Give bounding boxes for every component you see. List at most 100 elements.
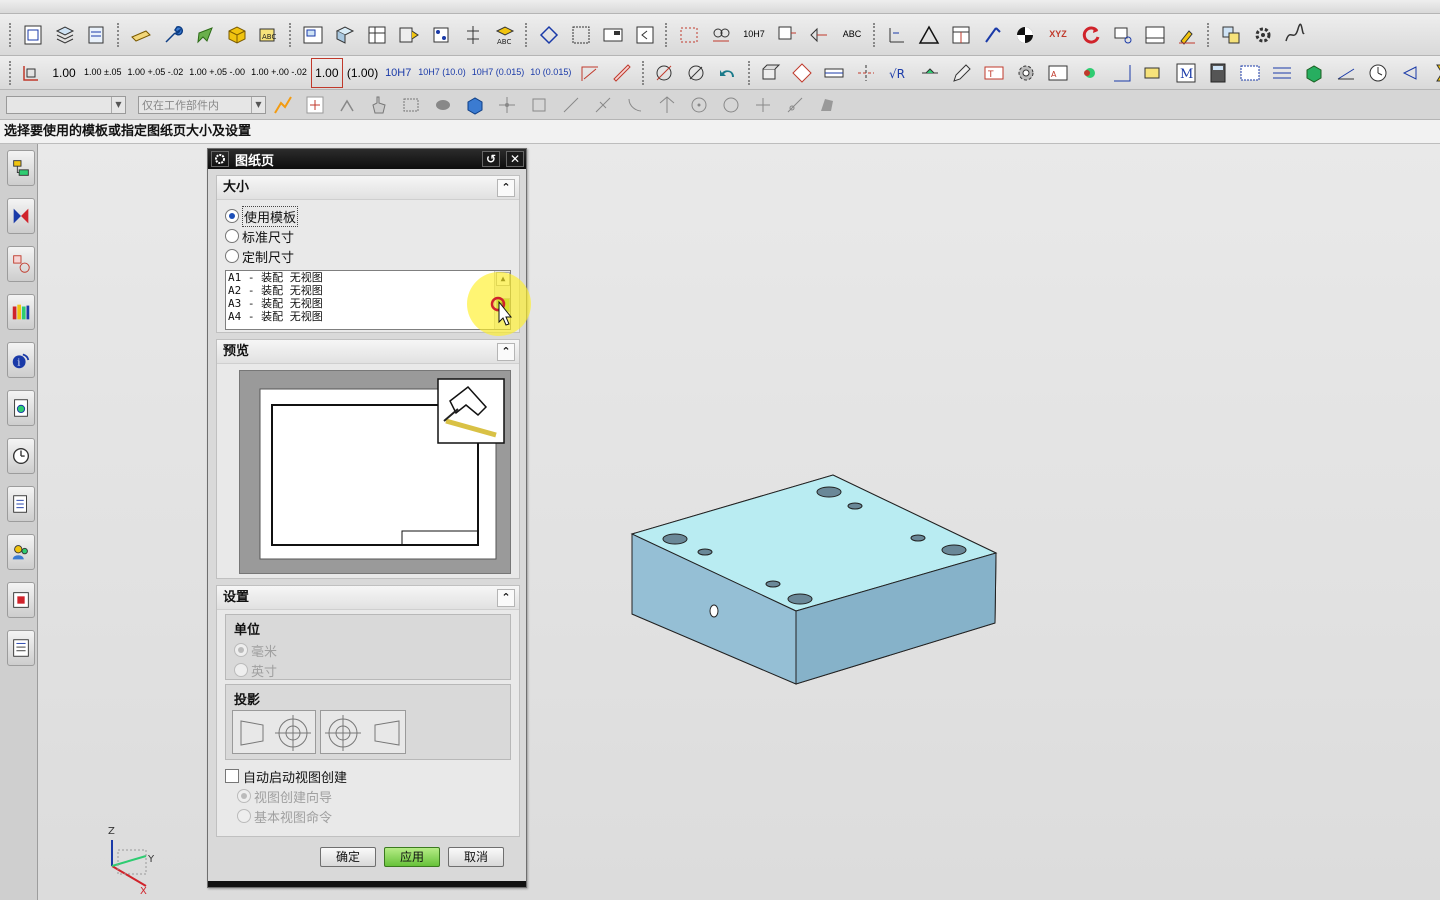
assembly-navigator-button[interactable] bbox=[7, 198, 35, 234]
close-icon[interactable]: ✕ bbox=[506, 151, 524, 167]
palette-button[interactable] bbox=[7, 630, 35, 666]
symbol-icon[interactable]: √R bbox=[883, 58, 913, 88]
part-navigator-button[interactable] bbox=[7, 150, 35, 186]
blue-cube-icon[interactable] bbox=[460, 90, 490, 120]
settings-icon[interactable] bbox=[1248, 20, 1278, 50]
table-grid-icon[interactable] bbox=[330, 20, 360, 50]
collapse-chevron-icon[interactable]: ⌃ bbox=[497, 179, 515, 197]
measure-icon[interactable] bbox=[882, 20, 912, 50]
hatch-icon[interactable] bbox=[819, 58, 849, 88]
precision-value-5[interactable]: 1.00 +.00 -.02 bbox=[249, 58, 309, 88]
view-break-icon[interactable] bbox=[566, 20, 596, 50]
text-abc-icon[interactable]: ABC bbox=[490, 20, 520, 50]
table-icon[interactable] bbox=[946, 20, 976, 50]
hourglass-icon[interactable] bbox=[1427, 58, 1440, 88]
toolbar-grip[interactable] bbox=[642, 60, 645, 85]
target-icon[interactable] bbox=[978, 20, 1008, 50]
toolbar-grip[interactable] bbox=[289, 22, 293, 47]
calculator-icon[interactable] bbox=[1203, 58, 1233, 88]
xyz-button[interactable]: XYZ bbox=[1042, 20, 1074, 50]
precision-value-3[interactable]: 1.00 +.05 -.02 bbox=[125, 58, 185, 88]
third-angle-projection-button[interactable] bbox=[320, 710, 406, 754]
coordinate-icon[interactable] bbox=[1010, 20, 1040, 50]
drawing-templates-button[interactable] bbox=[7, 582, 35, 618]
toolbar-grip[interactable] bbox=[1207, 22, 1211, 47]
precision-value-1[interactable]: 1.00 bbox=[48, 58, 80, 88]
curve-icon[interactable] bbox=[1280, 20, 1310, 50]
reuse-library-button[interactable] bbox=[7, 294, 35, 330]
toolbar-grip[interactable] bbox=[117, 22, 121, 47]
part-block[interactable] bbox=[630, 474, 998, 685]
settings-section-header[interactable]: 设置 ⌃ bbox=[217, 586, 519, 610]
size-section-header[interactable]: 大小 ⌃ bbox=[217, 176, 519, 200]
window-icon[interactable] bbox=[1140, 20, 1170, 50]
solid-filter-icon[interactable] bbox=[428, 90, 458, 120]
roles-button[interactable] bbox=[7, 534, 35, 570]
toolbar-grip[interactable] bbox=[9, 22, 13, 47]
snap-point-icon[interactable] bbox=[492, 90, 522, 120]
history-button[interactable] bbox=[7, 438, 35, 474]
note-icon[interactable] bbox=[126, 20, 156, 50]
auto-view-checkbox[interactable]: 自动启动视图创建 bbox=[217, 766, 519, 786]
diamond-icon[interactable] bbox=[787, 58, 817, 88]
ordinate-dimension-icon[interactable] bbox=[16, 58, 46, 88]
precision-value-7[interactable]: (1.00) bbox=[345, 58, 380, 88]
custom-size-radio[interactable]: 定制尺寸 bbox=[217, 246, 519, 266]
list-grid-icon[interactable] bbox=[1235, 58, 1265, 88]
type-filter-dropdown[interactable]: ▼ bbox=[6, 95, 126, 114]
layers-icon[interactable] bbox=[50, 20, 80, 50]
ok-button[interactable]: 确定 bbox=[320, 847, 376, 867]
collapse-chevron-icon[interactable]: ⌃ bbox=[497, 343, 515, 361]
tolerance-value-8[interactable]: 10H7 bbox=[382, 58, 414, 88]
leader-icon[interactable] bbox=[630, 20, 660, 50]
abc-dimension-button[interactable]: ABC bbox=[836, 20, 868, 50]
constraint-navigator-button[interactable] bbox=[7, 246, 35, 282]
toolbar-grip[interactable] bbox=[9, 60, 11, 85]
lines-icon[interactable] bbox=[1267, 58, 1297, 88]
refresh-icon[interactable] bbox=[1076, 20, 1106, 50]
triangle-icon[interactable] bbox=[914, 20, 944, 50]
angle-icon[interactable] bbox=[1107, 58, 1137, 88]
reset-icon[interactable]: ↺ bbox=[482, 151, 500, 167]
snap-circle-icon[interactable] bbox=[716, 90, 746, 120]
cube-icon[interactable] bbox=[222, 20, 252, 50]
cancel-button[interactable]: 取消 bbox=[448, 847, 504, 867]
apply-button[interactable]: 应用 bbox=[384, 847, 440, 867]
balloon-icon[interactable] bbox=[362, 20, 392, 50]
align-icon[interactable] bbox=[458, 20, 488, 50]
selection-scope-dropdown[interactable]: 仅在工作部件内 ▼ bbox=[138, 95, 266, 114]
grid-dots-icon[interactable] bbox=[674, 20, 704, 50]
info-button[interactable]: i bbox=[7, 342, 35, 378]
shortcut-icon[interactable] bbox=[1216, 20, 1246, 50]
collapse-chevron-icon[interactable]: ⌃ bbox=[497, 589, 515, 607]
gear-icon[interactable] bbox=[1011, 58, 1041, 88]
clock-icon[interactable] bbox=[1363, 58, 1393, 88]
tolerance-value-10[interactable]: 10H7 (0.015) bbox=[470, 58, 527, 88]
toolbar-grip[interactable] bbox=[525, 22, 529, 47]
view-split-icon[interactable] bbox=[394, 20, 424, 50]
toolbar-grip[interactable] bbox=[873, 22, 877, 47]
wrench-icon[interactable] bbox=[158, 20, 188, 50]
arrow-left-icon[interactable] bbox=[1395, 58, 1425, 88]
chinese-text-icon[interactable]: A bbox=[1043, 58, 1073, 88]
view-wizard-radio[interactable]: 视图创建向导 bbox=[217, 786, 519, 806]
unit-inch-radio[interactable]: 英寸 bbox=[226, 660, 510, 680]
unit-mm-radio[interactable]: 毫米 bbox=[226, 640, 510, 660]
radius-icon[interactable] bbox=[575, 58, 605, 88]
toolbar-grip[interactable] bbox=[665, 22, 669, 47]
deselect-icon[interactable] bbox=[332, 90, 362, 120]
first-angle-projection-button[interactable] bbox=[232, 710, 316, 754]
text-box-icon[interactable]: T bbox=[979, 58, 1009, 88]
snap-intersect-icon[interactable] bbox=[652, 90, 682, 120]
precision-value-2[interactable]: 1.00 ±.05 bbox=[82, 58, 123, 88]
view-icon[interactable] bbox=[1108, 20, 1138, 50]
dimension-icon[interactable] bbox=[426, 20, 456, 50]
frame-icon[interactable] bbox=[534, 20, 564, 50]
edit-tool-icon[interactable] bbox=[190, 20, 220, 50]
tolerance-value-9[interactable]: 10H7 (10.0) bbox=[416, 58, 468, 88]
green-cube-icon[interactable] bbox=[1299, 58, 1329, 88]
hand-icon[interactable] bbox=[364, 90, 394, 120]
box-view-icon[interactable] bbox=[755, 58, 785, 88]
rectangle-select-icon[interactable] bbox=[396, 90, 426, 120]
snap-line-icon[interactable] bbox=[556, 90, 586, 120]
